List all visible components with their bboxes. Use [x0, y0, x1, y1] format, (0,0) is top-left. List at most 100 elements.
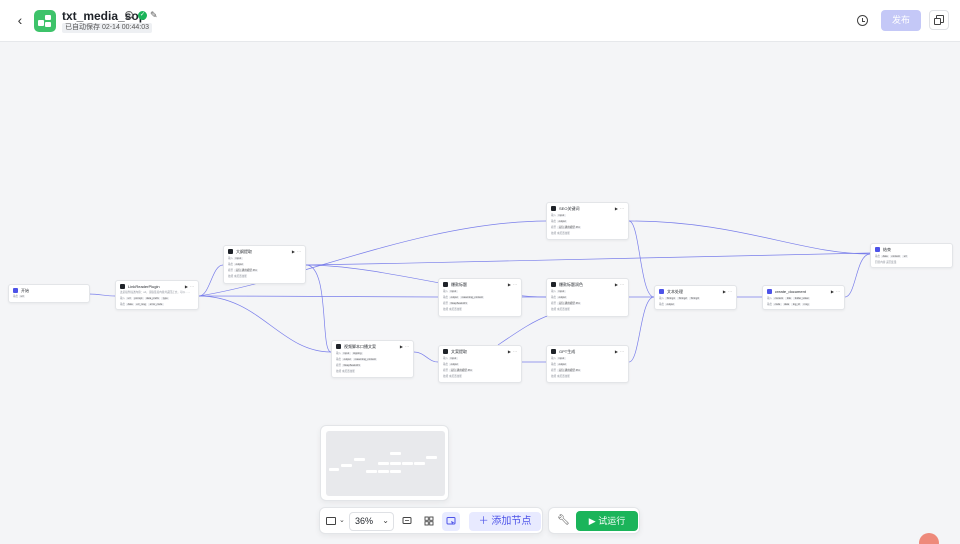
- row-label: 输出: [120, 303, 126, 306]
- row-label: 输入: [120, 297, 126, 300]
- add-node-button[interactable]: ＋ 添加节点: [469, 512, 541, 531]
- play-icon[interactable]: ▶: [615, 282, 618, 287]
- node-title: 开始: [21, 288, 29, 293]
- play-icon[interactable]: ▶: [615, 349, 618, 354]
- play-icon[interactable]: ▶: [400, 344, 403, 349]
- chip: data: [881, 254, 890, 258]
- node-copy-extract[interactable]: 文案提取 ▶ ··· 输入 input 输出 output 模型 豆包·通用模型·Pro …: [438, 345, 522, 383]
- more-icon[interactable]: ···: [405, 344, 409, 349]
- llm-icon: [443, 349, 448, 354]
- row-label: 输出: [443, 296, 449, 299]
- image-icon: [326, 517, 336, 525]
- more-icon[interactable]: ···: [190, 284, 194, 289]
- chip: input: [557, 289, 566, 293]
- row-label: 模型: [443, 302, 449, 305]
- node-title: 爆款标题润色: [559, 282, 583, 287]
- play-icon[interactable]: ▶: [723, 289, 726, 294]
- row-value: 未配置技能: [448, 375, 462, 378]
- row-label: 模型: [551, 226, 557, 229]
- chevron-down-icon: ⌄: [339, 517, 345, 524]
- row-label: 技能: [551, 375, 557, 378]
- node-end[interactable]: 结束 输出 data content url 回答内容 返回变量: [870, 243, 953, 268]
- chip: 豆包·通用模型·Pro: [557, 368, 582, 372]
- play-icon[interactable]: ▶: [508, 282, 511, 287]
- chip: output: [449, 362, 460, 366]
- minimap-viewport[interactable]: [326, 431, 445, 496]
- row-label: 输出: [228, 263, 234, 266]
- chip: msg: [802, 302, 810, 306]
- chip: data_prefix: [144, 296, 161, 300]
- more-icon[interactable]: ···: [620, 282, 624, 287]
- play-icon[interactable]: ▶: [185, 284, 188, 289]
- info-icon[interactable]: i: [125, 11, 133, 19]
- chip: prompt: [132, 296, 144, 300]
- chip: output: [557, 219, 568, 223]
- chip: 豆包·通用模型·Pro: [449, 368, 474, 372]
- chip: String2: [677, 296, 689, 300]
- row-label: 输出: [659, 303, 665, 306]
- row-label: 输入: [443, 290, 449, 293]
- row-label: 技能: [228, 275, 234, 278]
- more-icon[interactable]: ···: [513, 282, 517, 287]
- more-icon[interactable]: ···: [728, 289, 732, 294]
- chip: url: [19, 294, 25, 298]
- chip: data: [782, 302, 791, 306]
- comment-button[interactable]: [398, 512, 416, 531]
- check-circle-icon: ✓: [138, 11, 147, 20]
- row-label: 模型: [551, 369, 557, 372]
- more-icon[interactable]: ···: [513, 349, 517, 354]
- row-desc: 这是插件描述内容：url，读取链接内容并返回正文，可以……: [120, 291, 191, 294]
- history-icon[interactable]: [857, 15, 868, 26]
- chip: data: [126, 302, 135, 306]
- pointer-mode-button[interactable]: [442, 512, 460, 531]
- llm-icon: [551, 349, 556, 354]
- row-label: 技能: [443, 375, 449, 378]
- row-label: 输入: [443, 357, 449, 360]
- play-icon[interactable]: ▶: [831, 289, 834, 294]
- node-title: 视频脚本口播文案: [344, 344, 376, 349]
- node-title-polish[interactable]: 爆款标题润色 ▶ ··· 输入 input 输出 output 模型 豆包·通用模型·Pr…: [546, 278, 629, 317]
- more-icon[interactable]: ···: [620, 206, 624, 211]
- row-label: 模型: [228, 269, 234, 272]
- node-seo-keywords[interactable]: SEO关键词 ▶ ··· 输入 input 输出 output 模型 豆包·通用模型·Pr…: [546, 202, 629, 240]
- chip: content: [890, 254, 902, 258]
- chip: 豆包·通用模型·Pro: [557, 225, 582, 229]
- back-arrow-icon[interactable]: ‹: [13, 13, 27, 27]
- node-gpt-generate[interactable]: GPT生成 ▶ ··· 输入 input 输出 output 模型 豆包·通用模型·Pro…: [546, 345, 629, 383]
- wrench-icon[interactable]: 🔧︎: [557, 515, 570, 526]
- chip: topping: [351, 351, 363, 355]
- chip: url: [126, 296, 132, 300]
- minimap-toggle[interactable]: ⌄: [324, 512, 346, 531]
- chip: log_id: [791, 302, 802, 306]
- more-icon[interactable]: ···: [836, 289, 840, 294]
- node-create-document[interactable]: create_document ▶ ··· 输入 content title folder…: [762, 285, 845, 310]
- node-text-process[interactable]: 文本处理 ▶ ··· 输入 String1 String2 String3 输出 outpu…: [654, 285, 737, 310]
- zoom-value: 36%: [355, 516, 374, 526]
- play-icon[interactable]: ▶: [292, 249, 295, 254]
- play-icon[interactable]: ▶: [508, 349, 511, 354]
- more-icon[interactable]: ···: [297, 249, 301, 254]
- row-label: 输出: [443, 363, 449, 366]
- chip: DeepSeek-R1: [449, 301, 469, 305]
- layout-button[interactable]: [420, 512, 438, 531]
- node-outline[interactable]: 大纲提取 ▶ ··· 输入 input 输出 output 模型 豆包·通用模型·Pro …: [223, 245, 306, 284]
- more-icon[interactable]: ···: [620, 349, 624, 354]
- node-video-script[interactable]: 视频脚本口播文案 ▶ ··· 输入 input topping 输出 output reas…: [331, 340, 414, 378]
- row-label: 输入: [551, 357, 557, 360]
- row-value: 未配置技能: [556, 375, 570, 378]
- copy-icon[interactable]: [929, 10, 949, 30]
- publish-button[interactable]: 发布: [881, 10, 921, 31]
- minimap[interactable]: [320, 425, 449, 501]
- zoom-select[interactable]: 36% ⌄: [349, 512, 394, 531]
- node-link-reader[interactable]: LinkReaderPlugin ▶ ··· 这是插件描述内容：url，读取链接内容…: [115, 280, 199, 310]
- row-label: 输入: [551, 214, 557, 217]
- node-start[interactable]: 开始 输出 url: [8, 284, 90, 303]
- play-icon[interactable]: ▶: [615, 206, 618, 211]
- edit-icon[interactable]: ✎: [150, 10, 158, 21]
- chip: code: [773, 302, 782, 306]
- test-run-button[interactable]: ▶ 试运行: [576, 511, 638, 531]
- assistant-avatar[interactable]: [919, 533, 939, 544]
- node-viral-title[interactable]: 爆款标题 ▶ ··· 输入 input 输出 output reasoning_conte…: [438, 278, 522, 317]
- chip: folder_token: [793, 296, 811, 300]
- chevron-down-icon: ⌄: [382, 516, 389, 525]
